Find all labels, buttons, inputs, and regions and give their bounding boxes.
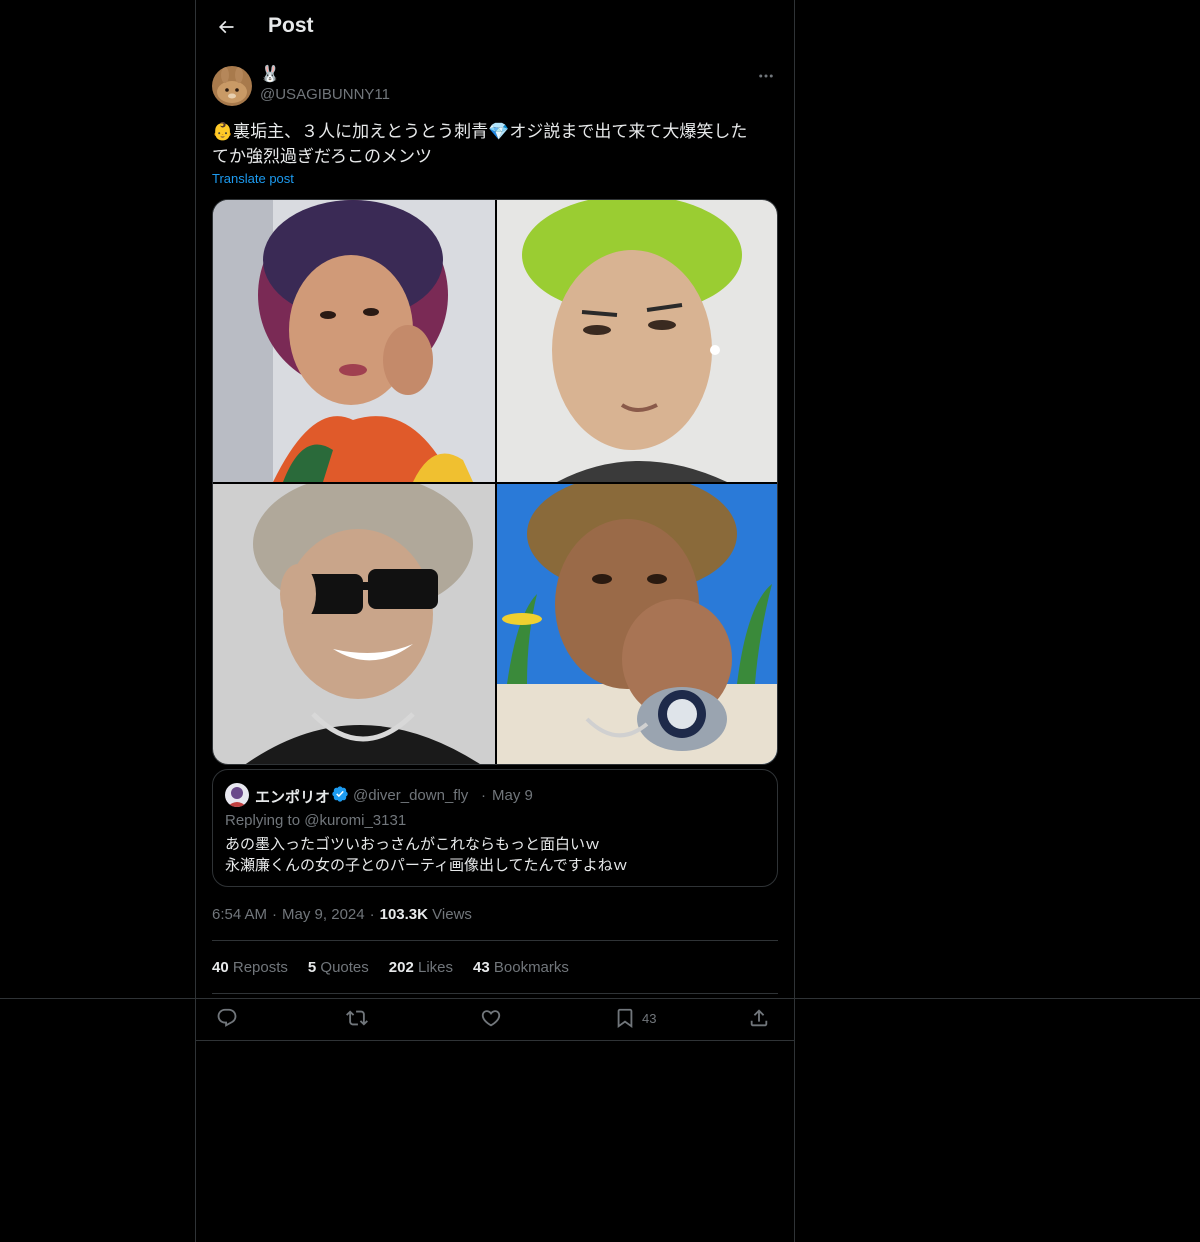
media-image-3[interactable] (213, 484, 495, 764)
page-title: Post (268, 14, 314, 37)
reposts-stat[interactable]: 40 Reposts (212, 959, 288, 976)
post-author: 🐰 @USAGIBUNNY11 (212, 64, 778, 108)
media-image-4[interactable] (497, 484, 777, 764)
bookmark-button[interactable]: 43 (614, 1005, 656, 1031)
divider (212, 940, 778, 941)
quoted-avatar (225, 783, 249, 807)
divider (196, 1040, 794, 1041)
share-button[interactable] (748, 1005, 770, 1031)
repost-button[interactable] (346, 1005, 368, 1031)
replying-to-mention[interactable]: @kuromi_3131 (304, 812, 406, 829)
like-button[interactable] (480, 1005, 502, 1031)
quoted-post[interactable]: エンポリオ @diver_down_fly · May 9 Replying t… (212, 769, 778, 887)
bookmark-icon (617, 1008, 633, 1029)
quoted-post-date: May 9 (492, 787, 533, 804)
page-header: Post (196, 0, 794, 54)
separator-dot: · (481, 787, 486, 804)
bookmarks-stat[interactable]: 43 Bookmarks (473, 959, 569, 976)
heart-icon (481, 1010, 501, 1027)
repost-icon (346, 1010, 368, 1026)
reposts-label: Reposts (232, 959, 288, 976)
quotes-count: 5 (307, 959, 317, 976)
post-meta: 6:54 AM · May 9, 2024 · 103.3K Views (212, 906, 472, 923)
divider (212, 993, 778, 994)
bookmarks-count: 43 (473, 959, 490, 976)
separator-dot: · (272, 906, 278, 923)
author-handle[interactable]: @USAGIBUNNY11 (260, 86, 390, 103)
translate-post-link[interactable]: Translate post (212, 171, 294, 186)
views-count: 103.3K (379, 906, 428, 923)
post-date[interactable]: May 9, 2024 (282, 906, 365, 923)
quotes-stat[interactable]: 5 Quotes (308, 959, 369, 976)
main-column: Post 🐰 @USAGIBUNNY11 👶裏垢主、３人に加えとうとう刺青💎オジ… (195, 0, 795, 1242)
post-stats: 40 Reposts 5 Quotes 202 Likes 43 Bookmar… (212, 959, 569, 976)
post-time[interactable]: 6:54 AM (212, 906, 267, 923)
more-options-button[interactable] (754, 64, 778, 88)
author-display-name[interactable]: 🐰 (260, 64, 280, 84)
share-icon (750, 1009, 768, 1027)
avatar[interactable] (212, 66, 252, 106)
likes-stat[interactable]: 202 Likes (389, 959, 453, 976)
reply-icon (217, 1008, 237, 1027)
bookmark-count: 43 (642, 1010, 657, 1026)
post-text: 👶裏垢主、３人に加えとうとう刺青💎オジ説まで出て来て大爆笑した てか強烈過ぎだろ… (212, 122, 748, 166)
bookmarks-label: Bookmarks (493, 959, 569, 976)
verified-badge-icon (331, 785, 349, 808)
reply-button[interactable] (216, 1005, 238, 1031)
action-bar: 43 (212, 1005, 778, 1031)
quotes-label: Quotes (320, 959, 369, 976)
media-grid (212, 199, 778, 765)
more-horizontal-icon (759, 74, 773, 78)
back-button[interactable] (208, 9, 244, 45)
replying-to: Replying to @kuromi_3131 (225, 812, 406, 829)
arrow-left-icon (218, 20, 234, 34)
views[interactable]: 103.3K Views (380, 906, 472, 923)
likes-label: Likes (417, 959, 454, 976)
quoted-post-text: あの墨入ったゴツいおっさんがこれならもっと面白いｗ 永瀬廉くんの女の子とのパーテ… (225, 836, 628, 874)
replying-to-label: Replying to (225, 812, 305, 829)
reposts-count: 40 (212, 959, 229, 976)
separator-dot: · (369, 906, 375, 923)
quoted-author-handle: @diver_down_fly (353, 787, 469, 804)
media-image-1[interactable] (213, 200, 495, 482)
quoted-author-name: エンポリオ (255, 789, 331, 806)
media-image-2[interactable] (497, 200, 777, 482)
views-label: Views (432, 906, 472, 923)
likes-count: 202 (388, 959, 414, 976)
